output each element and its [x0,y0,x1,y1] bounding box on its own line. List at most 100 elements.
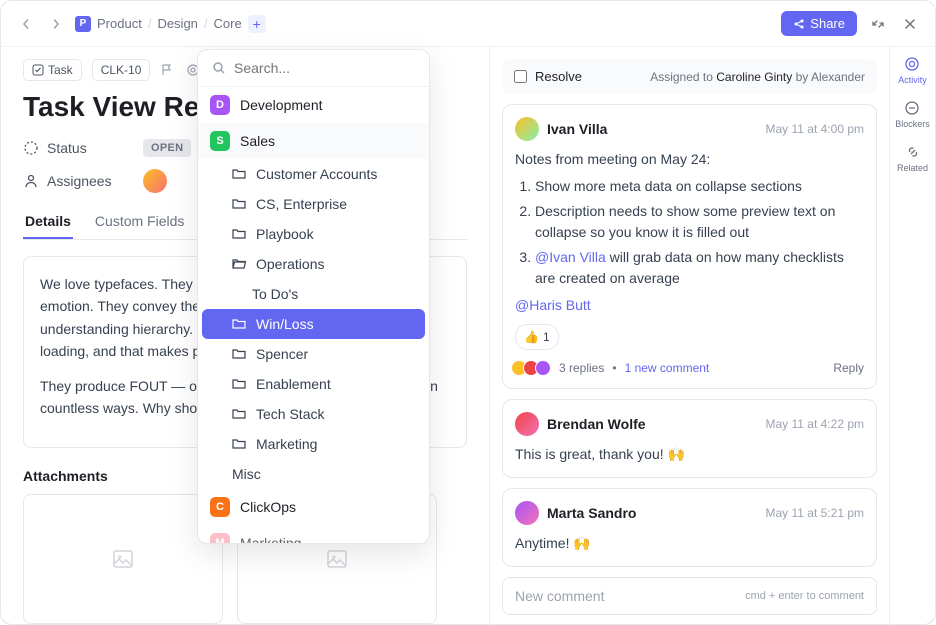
mention[interactable]: @Haris Butt [515,297,591,313]
dropdown-item[interactable]: Marketing [198,429,429,459]
share-button[interactable]: Share [781,11,857,36]
folder-icon [232,317,246,331]
group-label: Marketing [240,535,301,544]
dropdown-item[interactable]: Operations [198,249,429,279]
comment-author: Ivan Villa [547,121,607,137]
tab-details[interactable]: Details [23,205,73,239]
comment-body: Anytime! 🙌 [515,533,864,554]
share-label: Share [810,16,845,31]
resolve-label: Resolve [535,69,582,84]
image-icon [111,547,135,571]
new-comment-input[interactable]: New comment cmd + enter to comment [502,577,877,615]
comment-author: Marta Sandro [547,505,636,521]
dropdown-group-clickops[interactable]: C ClickOps [198,489,429,525]
dropdown-item-misc[interactable]: Misc [198,459,429,489]
dropdown-item[interactable]: Customer Accounts [198,159,429,189]
location-dropdown: D Development S Sales Customer Accounts … [197,49,430,544]
assignees-label: Assignees [23,173,133,189]
dropdown-group-sales[interactable]: S Sales [198,123,429,159]
status-label: Status [23,140,133,156]
comment-time: May 11 at 4:00 pm [766,122,865,136]
sidebar-item-label: Related [897,163,928,173]
status-icon [23,140,39,156]
comment-author: Brendan Wolfe [547,416,646,432]
image-icon [325,547,349,571]
task-type-label: Task [48,63,73,77]
dropdown-group-development[interactable]: D Development [198,87,429,123]
comment-body: This is great, thank you! 🙌 [515,444,864,465]
attachment-placeholder[interactable] [23,494,223,624]
check-icon [32,64,44,76]
search-input[interactable] [234,60,415,76]
blockers-icon [903,99,921,117]
dropdown-item[interactable]: Enablement [198,369,429,399]
folder-icon [232,437,246,451]
avatar [515,501,539,525]
reply-count[interactable]: 3 replies [559,361,604,375]
sidebar-item-activity[interactable]: Activity [898,55,927,85]
reply-button[interactable]: Reply [833,361,864,375]
dropdown-item[interactable]: Spencer [198,339,429,369]
task-id-chip[interactable]: CLK-10 [92,59,151,81]
nav-forward[interactable] [45,13,67,35]
new-comment-link[interactable]: 1 new comment [625,361,710,375]
dropdown-item[interactable]: Playbook [198,219,429,249]
main-content: Task CLK-10 Task View Red Status OPEN As… [1,47,489,625]
group-icon: S [210,131,230,151]
sidebar-item-label: Activity [898,75,927,85]
group-label: Sales [240,133,275,149]
resolve-checkbox[interactable] [514,70,527,83]
dropdown-group-marketing[interactable]: M Marketing [198,525,429,544]
dropdown-item-selected[interactable]: Win/Loss [202,309,425,339]
comment-time: May 11 at 5:21 pm [766,506,865,520]
folder-icon [232,167,246,181]
comment: Brendan Wolfe May 11 at 4:22 pm This is … [502,399,877,478]
folder-icon [232,197,246,211]
dropdown-subitem[interactable]: To Do's [198,279,429,309]
search-icon [212,61,226,75]
breadcrumb: P Product / Design / Core + [75,15,266,33]
reaction-button[interactable]: 👍1 [515,324,559,350]
assignee-avatar[interactable] [143,169,167,193]
folder-open-icon [232,257,246,271]
close-button[interactable] [899,13,921,35]
sidebar-item-blockers[interactable]: Blockers [895,99,930,129]
breadcrumb-item[interactable]: Design [157,16,197,31]
task-type-chip[interactable]: Task [23,59,82,81]
minimize-button[interactable] [867,13,889,35]
comment: Ivan Villa May 11 at 4:00 pm Notes from … [502,104,877,389]
topbar: P Product / Design / Core + Share [1,1,935,47]
breadcrumb-item[interactable]: Product [97,16,142,31]
dropdown-search[interactable] [198,50,429,87]
activity-icon [903,55,921,73]
dropdown-item[interactable]: Tech Stack [198,399,429,429]
breadcrumb-sep: / [148,16,152,31]
tab-custom-fields[interactable]: Custom Fields [93,205,186,239]
sidebar-item-related[interactable]: Related [897,143,928,173]
breadcrumb-item[interactable]: Core [214,16,242,31]
dropdown-item[interactable]: CS, Enterprise [198,189,429,219]
group-icon: D [210,95,230,115]
mention[interactable]: @Ivan Villa [535,249,606,265]
project-icon: P [75,16,91,32]
folder-icon [232,227,246,241]
breadcrumb-sep: / [204,16,208,31]
right-sidebar: Activity Blockers Related [889,47,935,625]
group-icon: C [210,497,230,517]
comment-body: Notes from meeting on May 24: Show more … [515,149,864,350]
breadcrumb-add[interactable]: + [248,15,266,33]
group-label: ClickOps [240,499,296,515]
resolve-bar: Resolve Assigned to Caroline Ginty by Al… [502,59,877,94]
folder-icon [232,377,246,391]
assigned-info: Assigned to Caroline Ginty by Alexander [650,70,865,84]
nav-back[interactable] [15,13,37,35]
new-comment-hint: cmd + enter to comment [745,590,864,602]
status-badge[interactable]: OPEN [143,139,191,157]
share-icon [793,18,805,30]
sidebar-item-label: Blockers [895,119,930,129]
flag-icon[interactable] [160,63,174,77]
related-icon [904,143,922,161]
group-icon: M [210,533,230,544]
reply-avatars [515,360,551,376]
folder-icon [232,347,246,361]
